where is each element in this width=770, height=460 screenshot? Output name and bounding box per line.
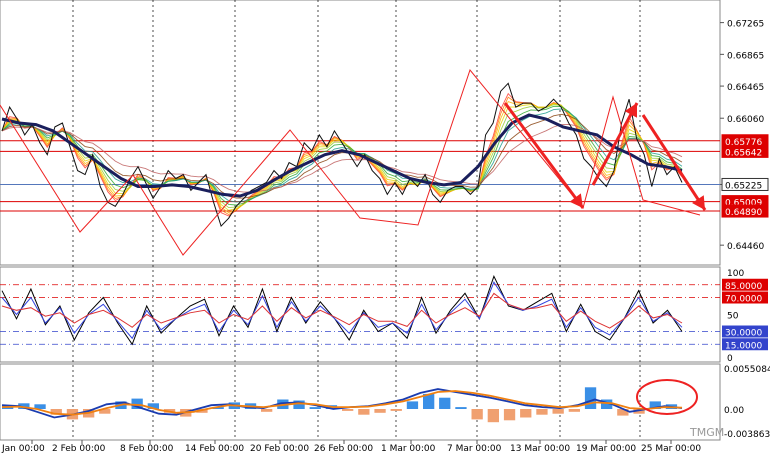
y-tick-label: 0.66060 bbox=[727, 115, 764, 125]
macd-histogram-bar bbox=[568, 409, 580, 412]
x-tick-label: 19 Mar 00:00 bbox=[576, 444, 636, 454]
level-label: 0.64890 bbox=[725, 208, 762, 218]
macd-tick-label: 0.0055084 bbox=[724, 365, 770, 375]
x-tick-label: 2 Feb 00:00 bbox=[52, 444, 106, 454]
x-tick-label: 8 Feb 00:00 bbox=[120, 444, 174, 454]
macd-histogram-bar bbox=[358, 409, 370, 415]
level-label: 0.65642 bbox=[725, 148, 762, 158]
x-tick-label: 25 Mar 00:00 bbox=[641, 444, 701, 454]
osc-level-label: 85.0000 bbox=[725, 282, 762, 292]
y-tick-label: 0.67265 bbox=[727, 20, 764, 30]
x-tick-label: 1 Mar 00:00 bbox=[381, 444, 436, 454]
osc-tick-label: 0 bbox=[727, 354, 733, 364]
macd-histogram-bar bbox=[390, 409, 402, 411]
macd-histogram-bar bbox=[584, 387, 597, 409]
macd-tick-label: -0.0038636 bbox=[724, 430, 770, 440]
osc-level-label: 15.0000 bbox=[725, 341, 762, 351]
osc-tick-label: 100 bbox=[727, 269, 744, 279]
macd-histogram-bar bbox=[342, 409, 354, 411]
oscillator-panel bbox=[0, 266, 721, 363]
price-panel bbox=[0, 0, 721, 266]
chart-svg: 0.67265 0.66865 0.66465 0.66060 0.65225 0.644… bbox=[0, 0, 770, 454]
x-tick-label: 26 Feb 00:00 bbox=[314, 444, 373, 454]
x-tick-label: 13 Mar 00:00 bbox=[510, 444, 570, 454]
macd-histogram-bar bbox=[552, 409, 564, 414]
y-tick-label: 0.64460 bbox=[727, 242, 764, 252]
macd-histogram-bar bbox=[471, 409, 483, 420]
macd-histogram-bar bbox=[406, 401, 419, 409]
x-tick-label: 14 Feb 00:00 bbox=[185, 444, 244, 454]
chart-root: 0.67265 0.66865 0.66465 0.66060 0.65225 0.644… bbox=[0, 0, 770, 455]
osc-level-label: 70.0000 bbox=[725, 295, 762, 305]
y-tick-label: 0.66865 bbox=[727, 51, 764, 61]
macd-histogram-bar bbox=[439, 397, 451, 409]
macd-histogram-bar bbox=[455, 407, 467, 409]
macd-histogram-bar bbox=[309, 407, 321, 409]
macd-histogram-bar bbox=[374, 409, 386, 413]
osc-level-label: 30.0000 bbox=[725, 329, 762, 339]
macd-histogram-bar bbox=[487, 409, 499, 423]
macd-tick-label: 0.00 bbox=[724, 406, 744, 416]
x-tick-label: Jan 00:00 bbox=[1, 444, 45, 454]
watermark: TMGM bbox=[689, 426, 724, 439]
osc-tick-label: 50 bbox=[727, 312, 739, 322]
macd-histogram-bar bbox=[261, 409, 273, 412]
x-tick-label: 20 Feb 00:00 bbox=[250, 444, 309, 454]
macd-histogram-bar bbox=[503, 409, 516, 421]
macd-histogram-bar bbox=[536, 409, 548, 415]
macd-histogram-bar bbox=[520, 409, 532, 418]
y-tick-label: 0.66465 bbox=[727, 83, 764, 93]
x-tick-label: 7 Mar 00:00 bbox=[447, 444, 502, 454]
level-label: 0.65225 bbox=[725, 181, 762, 191]
